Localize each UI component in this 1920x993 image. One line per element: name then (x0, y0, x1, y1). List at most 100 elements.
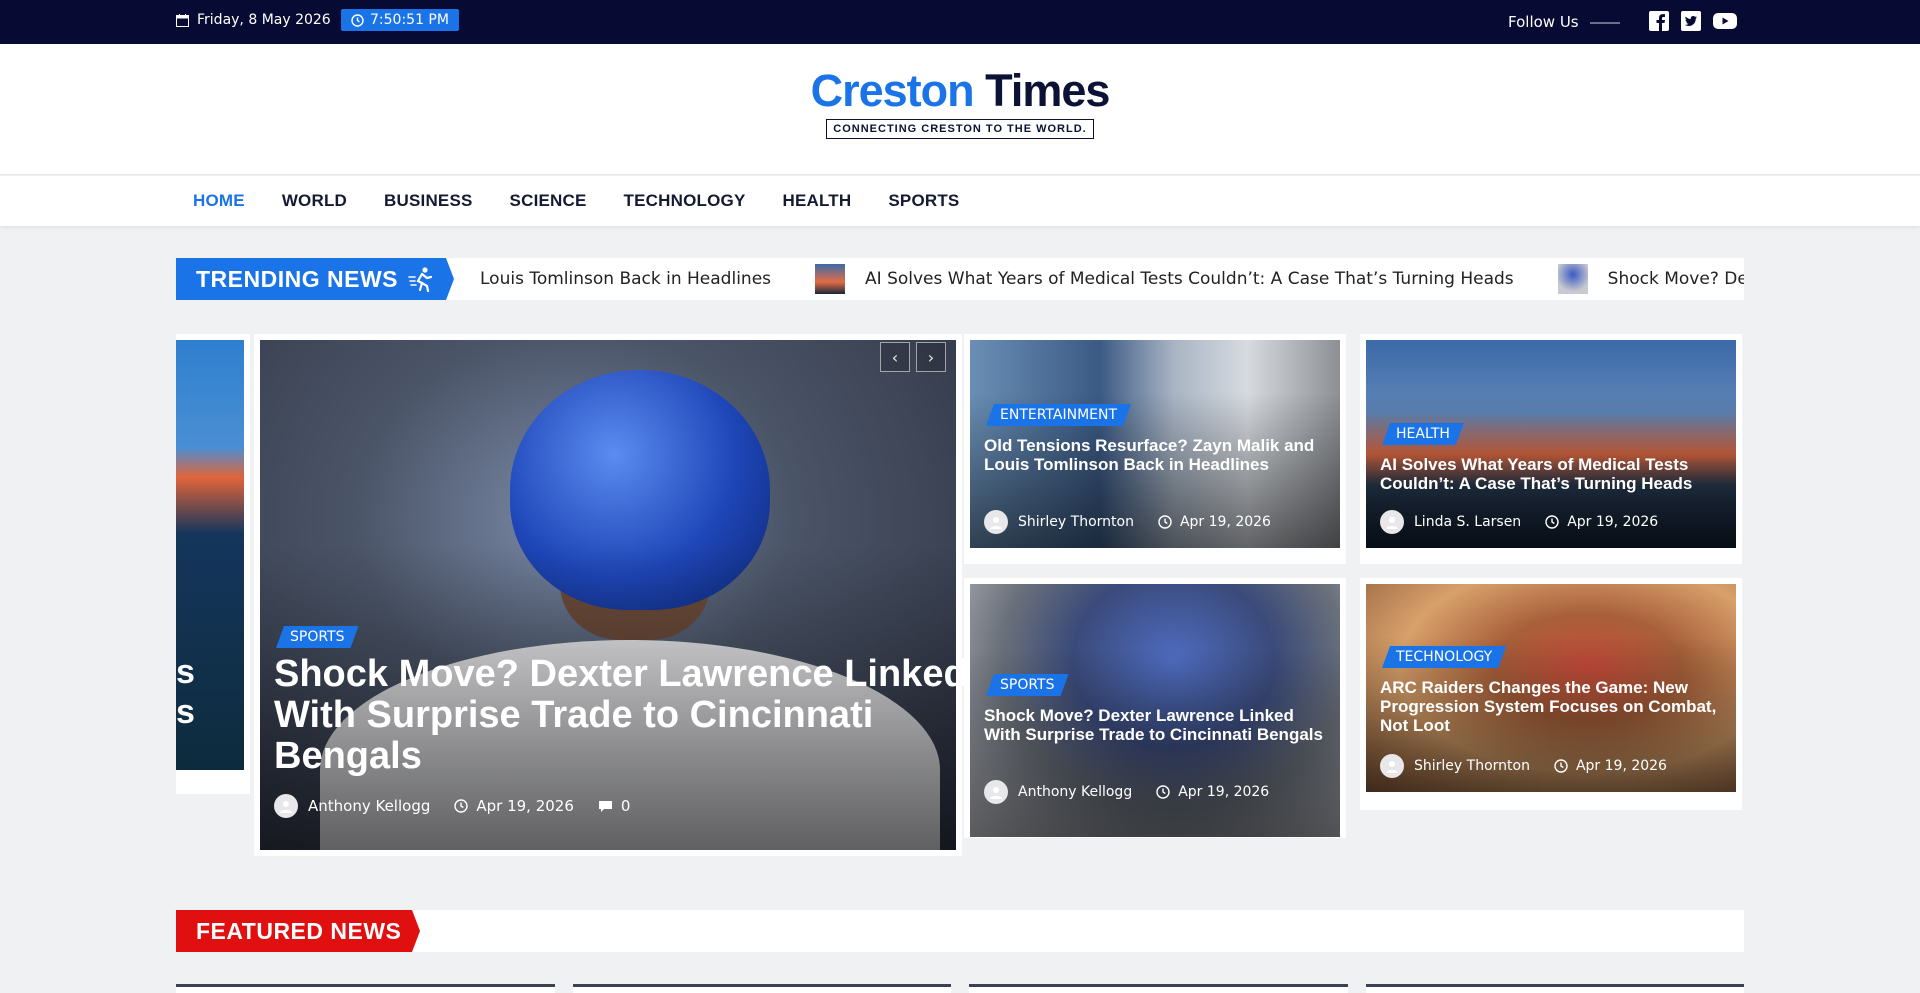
card-title[interactable]: ARC Raiders Changes the Game: New Progre… (1380, 678, 1720, 735)
slider-prev-button[interactable]: ‹ (880, 342, 910, 372)
news-card-health[interactable]: HEALTH AI Solves What Years of Medical T… (1360, 334, 1742, 564)
clock-icon (1158, 515, 1172, 529)
category-badge[interactable]: SPORTS (276, 626, 359, 648)
news-card-sports[interactable]: SPORTS Shock Move? Dexter Lawrence Linke… (964, 578, 1346, 838)
slider-next-button[interactable]: › (916, 342, 946, 372)
card-meta: Linda S. Larsen Apr 19, 2026 (1380, 510, 1658, 534)
clock-icon (1545, 515, 1559, 529)
author-name[interactable]: Anthony Kellogg (1018, 784, 1132, 800)
comment-count[interactable]: 0 (598, 797, 631, 815)
previous-slide-title: s s (176, 653, 195, 731)
category-badge[interactable]: SPORTS (986, 674, 1069, 696)
news-card-technology[interactable]: TECHNOLOGY ARC Raiders Changes the Game:… (1360, 578, 1742, 810)
featured-card[interactable] (572, 984, 951, 993)
post-date-text: Apr 19, 2026 (1575, 758, 1667, 774)
featured-card[interactable] (969, 984, 1348, 993)
facebook-icon[interactable] (1648, 10, 1670, 32)
trending-label: TRENDING NEWS (176, 258, 454, 300)
date-text: Friday, 8 May 2026 (197, 12, 331, 28)
card-meta: Anthony Kellogg Apr 19, 2026 (984, 780, 1269, 804)
user-icon (990, 787, 1002, 799)
avatar (984, 780, 1008, 804)
card-title[interactable]: AI Solves What Years of Medical Tests Co… (1380, 455, 1720, 493)
twitter-icon[interactable] (1680, 10, 1702, 32)
post-date: Apr 19, 2026 (1554, 758, 1667, 774)
post-date-text: Apr 19, 2026 (1178, 784, 1270, 800)
author-name[interactable]: Anthony Kellogg (308, 797, 430, 815)
follow-us-label: Follow Us (1508, 13, 1579, 31)
comment-icon (598, 801, 612, 812)
featured-news-cards (176, 984, 1744, 993)
featured-slide-title[interactable]: Shock Move? Dexter Lawrence Linked With … (274, 654, 974, 777)
trending-item-title: Louis Tomlinson Back in Headlines (480, 269, 772, 289)
nav-item-sports[interactable]: SPORTS (888, 191, 959, 211)
trending-items: Louis Tomlinson Back in Headlines AI Sol… (480, 258, 1744, 300)
calendar-icon (176, 13, 189, 27)
featured-slide[interactable]: ‹ › SPORTS Shock Move? Dexter Lawrence L… (254, 334, 967, 856)
site-header: Creston Times CONNECTING CRESTON TO THE … (0, 44, 1920, 175)
avatar (1380, 754, 1404, 778)
trending-label-text: TRENDING NEWS (196, 265, 398, 292)
nav-item-business[interactable]: BUSINESS (384, 191, 473, 211)
trending-thumbnail (815, 264, 846, 294)
avatar (274, 794, 298, 818)
post-date: Apr 19, 2026 (1158, 514, 1271, 530)
post-date-text: Apr 19, 2026 (1179, 514, 1271, 530)
author-name[interactable]: Shirley Thornton (1018, 514, 1134, 530)
time-text: 7:50:51 PM (370, 12, 449, 28)
featured-news-label: FEATURED NEWS (176, 910, 420, 952)
card-title[interactable]: Old Tensions Resurface? Zayn Malik and L… (984, 436, 1324, 474)
nav-item-health[interactable]: HEALTH (782, 191, 851, 211)
trending-news-ticker: TRENDING NEWS Louis Tomlinson Back in He… (176, 258, 1744, 300)
featured-card[interactable] (1365, 984, 1744, 993)
trending-thumbnail (1557, 264, 1588, 294)
chevron-left-icon: ‹ (891, 347, 899, 367)
card-meta: Shirley Thornton Apr 19, 2026 (984, 510, 1271, 534)
follow-divider (1590, 22, 1620, 24)
clock-icon (1554, 759, 1568, 773)
category-badge[interactable]: ENTERTAINMENT (986, 404, 1131, 426)
logo-title: Creston Times (810, 65, 1111, 116)
current-date: Friday, 8 May 2026 (176, 12, 331, 28)
author-name[interactable]: Shirley Thornton (1414, 758, 1530, 774)
user-icon (1386, 761, 1398, 773)
post-date-text: Apr 19, 2026 (476, 797, 574, 815)
social-links (1648, 10, 1738, 32)
featured-card[interactable] (176, 984, 555, 993)
clock-icon (454, 799, 469, 813)
trending-item[interactable]: Shock Move? De (1557, 264, 1744, 294)
author-name[interactable]: Linda S. Larsen (1414, 514, 1521, 530)
logo-tagline: CONNECTING CRESTON TO THE WORLD. (826, 119, 1094, 139)
user-icon (1386, 517, 1398, 529)
user-icon (990, 517, 1002, 529)
chevron-right-icon: › (927, 347, 935, 367)
slider-previous-slide[interactable]: s s (176, 334, 250, 794)
comment-count-text: 0 (620, 797, 631, 815)
logo-part-times: Times (985, 65, 1110, 116)
post-date-text: Apr 19, 2026 (1567, 514, 1659, 530)
trending-item[interactable]: AI Solves What Years of Medical Tests Co… (815, 264, 1514, 294)
top-bar: Friday, 8 May 2026 7:50:51 PM Follow Us (0, 0, 1920, 44)
slider-arrows: ‹ › (880, 342, 946, 372)
current-time: 7:50:51 PM (341, 9, 459, 31)
category-badge[interactable]: HEALTH (1382, 423, 1464, 445)
featured-slide-meta: Anthony Kellogg Apr 19, 2026 0 (274, 794, 630, 818)
category-badge[interactable]: TECHNOLOGY (1382, 646, 1506, 668)
site-logo[interactable]: Creston Times CONNECTING CRESTON TO THE … (810, 68, 1110, 139)
previous-slide-image: s s (176, 340, 244, 770)
nav-item-world[interactable]: WORLD (282, 191, 347, 211)
clock-icon (1156, 785, 1170, 799)
clock-icon (351, 13, 364, 27)
nav-item-technology[interactable]: TECHNOLOGY (624, 191, 746, 211)
trending-item[interactable]: Louis Tomlinson Back in Headlines (480, 269, 771, 289)
trending-item-title: Shock Move? De (1607, 269, 1744, 289)
running-person-icon (408, 267, 433, 292)
youtube-icon[interactable] (1712, 10, 1738, 32)
nav-item-home[interactable]: HOME (193, 191, 245, 211)
nav-item-science[interactable]: SCIENCE (510, 191, 587, 211)
news-card-entertainment[interactable]: ENTERTAINMENT Old Tensions Resurface? Za… (964, 334, 1346, 564)
featured-news-header: FEATURED NEWS (176, 910, 1744, 952)
card-title[interactable]: Shock Move? Dexter Lawrence Linked With … (984, 706, 1324, 744)
card-meta: Shirley Thornton Apr 19, 2026 (1380, 754, 1667, 778)
trending-item-title: AI Solves What Years of Medical Tests Co… (865, 269, 1514, 289)
